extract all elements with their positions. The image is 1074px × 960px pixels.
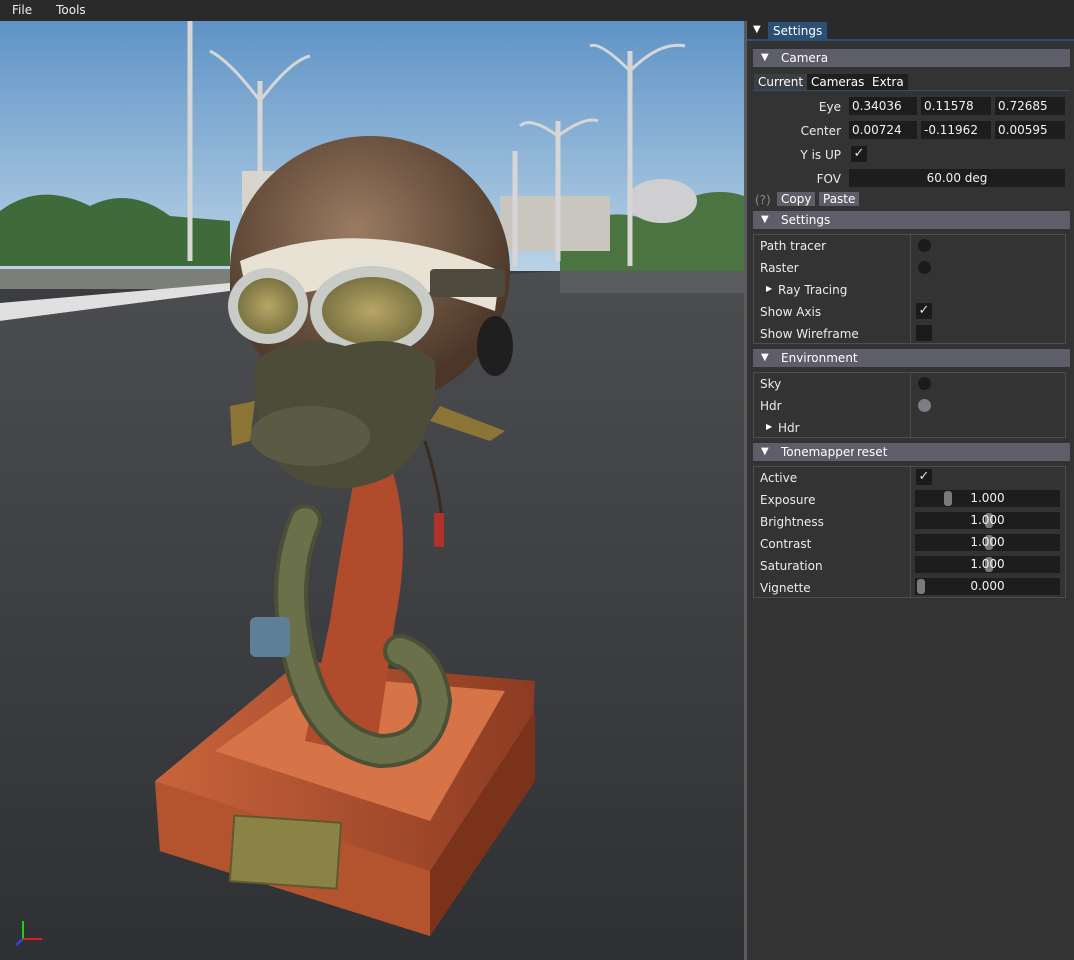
hdr-label: Hdr bbox=[760, 399, 782, 413]
paste-button[interactable]: Paste bbox=[819, 192, 860, 206]
tab-settings[interactable]: Settings bbox=[768, 22, 828, 40]
raster-label: Raster bbox=[760, 261, 799, 275]
sky-radio[interactable] bbox=[918, 377, 931, 390]
saturation-slider[interactable]: 1.000 bbox=[915, 556, 1060, 573]
ray-tracing-node[interactable]: Ray Tracing bbox=[778, 283, 847, 297]
brightness-slider[interactable]: 1.000 bbox=[915, 512, 1060, 529]
settings-header-label: Settings bbox=[781, 213, 831, 227]
eye-label: Eye bbox=[818, 100, 841, 114]
checkmark-icon: ✓ bbox=[918, 303, 930, 318]
center-y-field[interactable]: -0.11962 bbox=[921, 121, 991, 139]
active-label: Active bbox=[760, 471, 798, 485]
collapse-arrow-icon: ▼ bbox=[761, 214, 769, 225]
collapse-arrow-icon: ▼ bbox=[761, 52, 769, 63]
raster-radio[interactable] bbox=[918, 261, 931, 274]
camera-header[interactable]: ▼ Camera bbox=[753, 49, 1070, 67]
contrast-label: Contrast bbox=[760, 537, 812, 551]
scene-render bbox=[0, 21, 744, 960]
eye-y-field[interactable]: 0.11578 bbox=[921, 97, 991, 115]
vignette-value: 0.000 bbox=[970, 579, 1005, 593]
fov-label: FOV bbox=[816, 172, 841, 186]
show-axis-label: Show Axis bbox=[760, 305, 822, 319]
menu-bar: File Tools bbox=[0, 0, 1074, 21]
center-label: Center bbox=[800, 124, 841, 138]
center-z-field[interactable]: 0.00595 bbox=[995, 121, 1065, 139]
collapse-arrow-icon: ▼ bbox=[761, 446, 769, 457]
exposure-label: Exposure bbox=[760, 493, 816, 507]
saturation-value: 1.000 bbox=[970, 557, 1005, 571]
contrast-slider[interactable]: 1.000 bbox=[915, 534, 1060, 551]
environment-header-label: Environment bbox=[781, 351, 858, 365]
camera-header-label: Camera bbox=[781, 51, 829, 65]
settings-panel: ▼ Settings ▼ Camera Current Cameras Extr… bbox=[747, 21, 1074, 960]
tab-camera-extra[interactable]: Extra bbox=[868, 74, 908, 90]
eye-z-field[interactable]: 0.72685 bbox=[995, 97, 1065, 115]
reset-button[interactable]: reset bbox=[854, 444, 891, 460]
tab-underline bbox=[747, 39, 1074, 41]
exposure-slider[interactable]: 1.000 bbox=[915, 490, 1060, 507]
environment-header[interactable]: ▼ Environment bbox=[753, 349, 1070, 367]
tree-expand-icon[interactable]: ▶ bbox=[766, 422, 772, 431]
y-is-up-label: Y is UP bbox=[800, 148, 841, 162]
exposure-value: 1.000 bbox=[970, 491, 1005, 505]
tonemapper-header[interactable]: ▼ Tonemapper reset bbox=[753, 443, 1070, 461]
path-tracer-radio[interactable] bbox=[918, 239, 931, 252]
contrast-value: 1.000 bbox=[970, 535, 1005, 549]
tab-camera-current[interactable]: Current bbox=[754, 74, 808, 90]
axis-gizmo-icon bbox=[15, 921, 42, 946]
show-wireframe-label: Show Wireframe bbox=[760, 327, 859, 341]
vignette-label: Vignette bbox=[760, 581, 811, 595]
sky-label: Sky bbox=[760, 377, 782, 391]
show-wireframe-checkbox[interactable] bbox=[916, 325, 932, 341]
collapse-arrow-icon: ▼ bbox=[761, 352, 769, 363]
tree-expand-icon[interactable]: ▶ bbox=[766, 284, 772, 293]
saturation-label: Saturation bbox=[760, 559, 823, 573]
hdr-radio[interactable] bbox=[918, 399, 931, 412]
checkmark-icon: ✓ bbox=[853, 146, 865, 161]
active-checkbox[interactable]: ✓ bbox=[916, 469, 932, 485]
help-marker[interactable]: (?) bbox=[755, 193, 771, 207]
brightness-value: 1.000 bbox=[970, 513, 1005, 527]
menu-file[interactable]: File bbox=[0, 0, 44, 21]
render-viewport[interactable] bbox=[0, 21, 744, 960]
window-menu-icon[interactable]: ▼ bbox=[753, 23, 763, 37]
column-divider bbox=[910, 467, 911, 597]
column-divider bbox=[910, 235, 911, 343]
y-is-up-checkbox[interactable]: ✓ bbox=[851, 146, 867, 162]
eye-x-field[interactable]: 0.34036 bbox=[849, 97, 917, 115]
path-tracer-label: Path tracer bbox=[760, 239, 827, 253]
vignette-slider[interactable]: 0.000 bbox=[915, 578, 1060, 595]
tab-camera-cameras[interactable]: Cameras bbox=[807, 74, 869, 90]
tonemapper-header-label: Tonemapper bbox=[781, 445, 856, 459]
copy-button[interactable]: Copy bbox=[777, 192, 816, 206]
show-axis-checkbox[interactable]: ✓ bbox=[916, 303, 932, 319]
tab-separator bbox=[753, 90, 1070, 91]
column-divider bbox=[910, 373, 911, 437]
center-x-field[interactable]: 0.00724 bbox=[849, 121, 917, 139]
panel-tab-bar: ▼ Settings bbox=[747, 21, 1074, 41]
menu-tools[interactable]: Tools bbox=[44, 0, 98, 21]
checkmark-icon: ✓ bbox=[918, 469, 930, 484]
settings-header[interactable]: ▼ Settings bbox=[753, 211, 1070, 229]
brightness-label: Brightness bbox=[760, 515, 824, 529]
fov-slider[interactable]: 60.00 deg bbox=[849, 169, 1065, 187]
hdr-node[interactable]: Hdr bbox=[778, 421, 800, 435]
